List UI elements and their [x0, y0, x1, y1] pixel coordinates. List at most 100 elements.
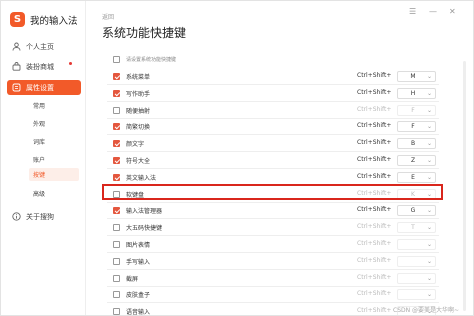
key-select[interactable]: G ⌄ — [397, 205, 436, 217]
key-select[interactable]: H ⌄ — [397, 87, 436, 99]
logo-icon: S — [10, 12, 25, 27]
info-icon — [12, 212, 21, 221]
shortcut-checkbox[interactable] — [113, 89, 120, 97]
sidebar-item-label: 个人主页 — [26, 42, 54, 51]
shortcut-checkbox[interactable] — [113, 73, 120, 80]
key-select[interactable]: ⌄ — [397, 272, 436, 284]
shortcut-name: 简繁切换 — [126, 124, 151, 132]
table-row[interactable]: 系统菜单 Ctrl+Shift+ M ⌄ — [107, 69, 439, 85]
key-select[interactable]: ⌄ — [397, 239, 436, 250]
shortcut-checkbox[interactable] — [113, 123, 120, 131]
scrollbar[interactable] — [463, 61, 466, 311]
minimize-icon[interactable]: — — [429, 7, 437, 16]
shortcut-combo: Ctrl+Shift+ — [357, 88, 392, 96]
key-select[interactable]: T ⌄ — [397, 222, 436, 234]
chevron-down-icon: ⌄ — [426, 140, 432, 148]
key-select[interactable]: B ⌄ — [397, 138, 436, 150]
shortcut-name: 手写输入 — [126, 258, 151, 266]
shortcut-combo: Ctrl+Shift+ — [357, 223, 392, 231]
shortcut-combo: Ctrl+Shift+ — [357, 72, 392, 79]
shortcut-name: 截屏 — [126, 275, 139, 283]
table-row[interactable]: 符号大全 Ctrl+Shift+ Z ⌄ — [107, 153, 439, 169]
sidebar-sub-lexicon[interactable]: 词库 — [33, 137, 45, 146]
shortcut-name: 系统菜单 — [126, 74, 151, 81]
shortcut-combo: Ctrl+Shift+ — [357, 240, 392, 247]
shortcut-checkbox[interactable] — [113, 274, 120, 282]
chevron-down-icon: ⌄ — [426, 73, 432, 80]
menu-icon[interactable]: ☰ — [409, 7, 416, 16]
app-name: 我的输入法 — [30, 15, 78, 27]
enable-label: 请设置系统功能快捷键 — [126, 57, 177, 63]
chevron-down-icon: ⌄ — [426, 106, 432, 114]
key-select[interactable]: Z ⌄ — [397, 155, 436, 166]
key-value: F — [411, 106, 415, 114]
sidebar-sub-keys[interactable]: 按键 — [29, 168, 79, 181]
sidebar-item-label: 关于搜狗 — [26, 212, 54, 221]
sidebar-sub-advanced[interactable]: 高级 — [33, 189, 45, 198]
table-row[interactable]: 输入法管理器 Ctrl+Shift+ G ⌄ — [107, 203, 439, 220]
key-select[interactable]: ⌄ — [397, 289, 436, 301]
shortcut-name: 英文输入法 — [126, 174, 157, 182]
shortcut-combo: Ctrl+Shift+ — [357, 206, 392, 214]
key-select[interactable]: F ⌄ — [397, 121, 436, 133]
sidebar-item-about[interactable]: 关于搜狗 — [7, 209, 81, 224]
shortcut-checkbox[interactable] — [113, 140, 120, 148]
table-row[interactable]: 语音输入 Ctrl+Shift+ ⌄ — [107, 304, 439, 315]
key-value: T — [411, 224, 415, 232]
shortcut-combo: Ctrl+Shift+ — [357, 156, 392, 163]
page-title: 系统功能快捷键 — [102, 26, 187, 40]
table-row[interactable]: 皮肤盒子 Ctrl+Shift+ ⌄ — [107, 287, 439, 304]
chevron-down-icon: ⌄ — [426, 224, 432, 232]
table-row[interactable]: 写作助手 Ctrl+Shift+ H ⌄ — [107, 86, 439, 102]
chevron-down-icon: ⌄ — [426, 123, 432, 131]
shortcut-checkbox[interactable] — [113, 173, 120, 181]
shortcut-checkbox[interactable] — [113, 291, 120, 299]
shortcut-name: 颜文字 — [126, 141, 145, 149]
sidebar-sub-common[interactable]: 常用 — [33, 101, 45, 110]
sidebar-sub-appearance[interactable]: 外观 — [33, 119, 45, 128]
shortcut-checkbox[interactable] — [113, 241, 120, 248]
key-select[interactable]: F ⌄ — [397, 104, 436, 116]
back-link[interactable]: 返回 — [102, 12, 114, 21]
close-icon[interactable]: ✕ — [449, 7, 456, 16]
enable-checkbox[interactable] — [113, 56, 120, 63]
main-panel: ☰ — ✕ 返回 系统功能快捷键 请设置系统功能快捷键 系统菜单 Ctrl+Shi… — [87, 1, 473, 315]
shortcut-checkbox[interactable] — [113, 157, 120, 164]
key-value: Z — [410, 157, 416, 164]
sidebar-item-settings[interactable]: 属性设置 — [7, 80, 81, 95]
shortcut-checkbox[interactable] — [113, 224, 120, 232]
shortcut-checkbox[interactable] — [113, 308, 120, 315]
key-select[interactable]: E ⌄ — [397, 171, 436, 183]
table-row[interactable]: 颜文字 Ctrl+Shift+ B ⌄ — [107, 136, 439, 153]
shortcut-checkbox[interactable] — [113, 207, 120, 215]
enable-row[interactable]: 请设置系统功能快捷键 — [107, 52, 439, 68]
highlight-box — [102, 184, 443, 200]
shortcut-combo: Ctrl+Shift+ — [357, 256, 392, 264]
table-row[interactable]: 图片表情 Ctrl+Shift+ ⌄ — [107, 237, 439, 253]
shop-icon — [12, 62, 21, 71]
key-value: B — [410, 140, 416, 148]
chevron-down-icon: ⌄ — [426, 257, 432, 265]
table-row[interactable]: 随便抽射 Ctrl+Shift+ F ⌄ — [107, 103, 439, 119]
key-value: G — [410, 207, 416, 215]
key-select[interactable]: ⌄ — [397, 255, 436, 267]
sidebar-item-profile[interactable]: 个人主页 — [7, 39, 81, 54]
shortcut-name: 输入法管理器 — [126, 208, 163, 216]
sidebar-sub-account[interactable]: 账户 — [33, 155, 45, 164]
watermark: CSDN @要美是大华啊~ — [393, 307, 460, 314]
table-row[interactable]: 手写输入 Ctrl+Shift+ ⌄ — [107, 254, 439, 270]
settings-icon — [12, 83, 21, 92]
shortcut-combo: Ctrl+Shift+ — [357, 172, 392, 180]
table-row[interactable]: 大五码快捷键 Ctrl+Shift+ T ⌄ — [107, 220, 439, 237]
shortcut-combo: Ctrl+Shift+ — [357, 105, 392, 113]
shortcut-combo: Ctrl+Shift+ — [357, 307, 392, 315]
shortcut-checkbox[interactable] — [113, 257, 120, 265]
app-window: S 我的输入法 个人主页 装扮商城 属性设置 常用 外观 词库 账户 按键 高级… — [0, 0, 474, 316]
chevron-down-icon: ⌄ — [426, 274, 432, 282]
key-select[interactable]: M ⌄ — [397, 71, 436, 82]
table-row[interactable]: 简繁切换 Ctrl+Shift+ F ⌄ — [107, 119, 439, 136]
shortcut-checkbox[interactable] — [113, 106, 120, 114]
shortcut-name: 符号大全 — [126, 158, 151, 165]
table-row[interactable]: 截屏 Ctrl+Shift+ ⌄ — [107, 271, 439, 287]
sidebar-item-shop[interactable]: 装扮商城 — [7, 59, 81, 74]
